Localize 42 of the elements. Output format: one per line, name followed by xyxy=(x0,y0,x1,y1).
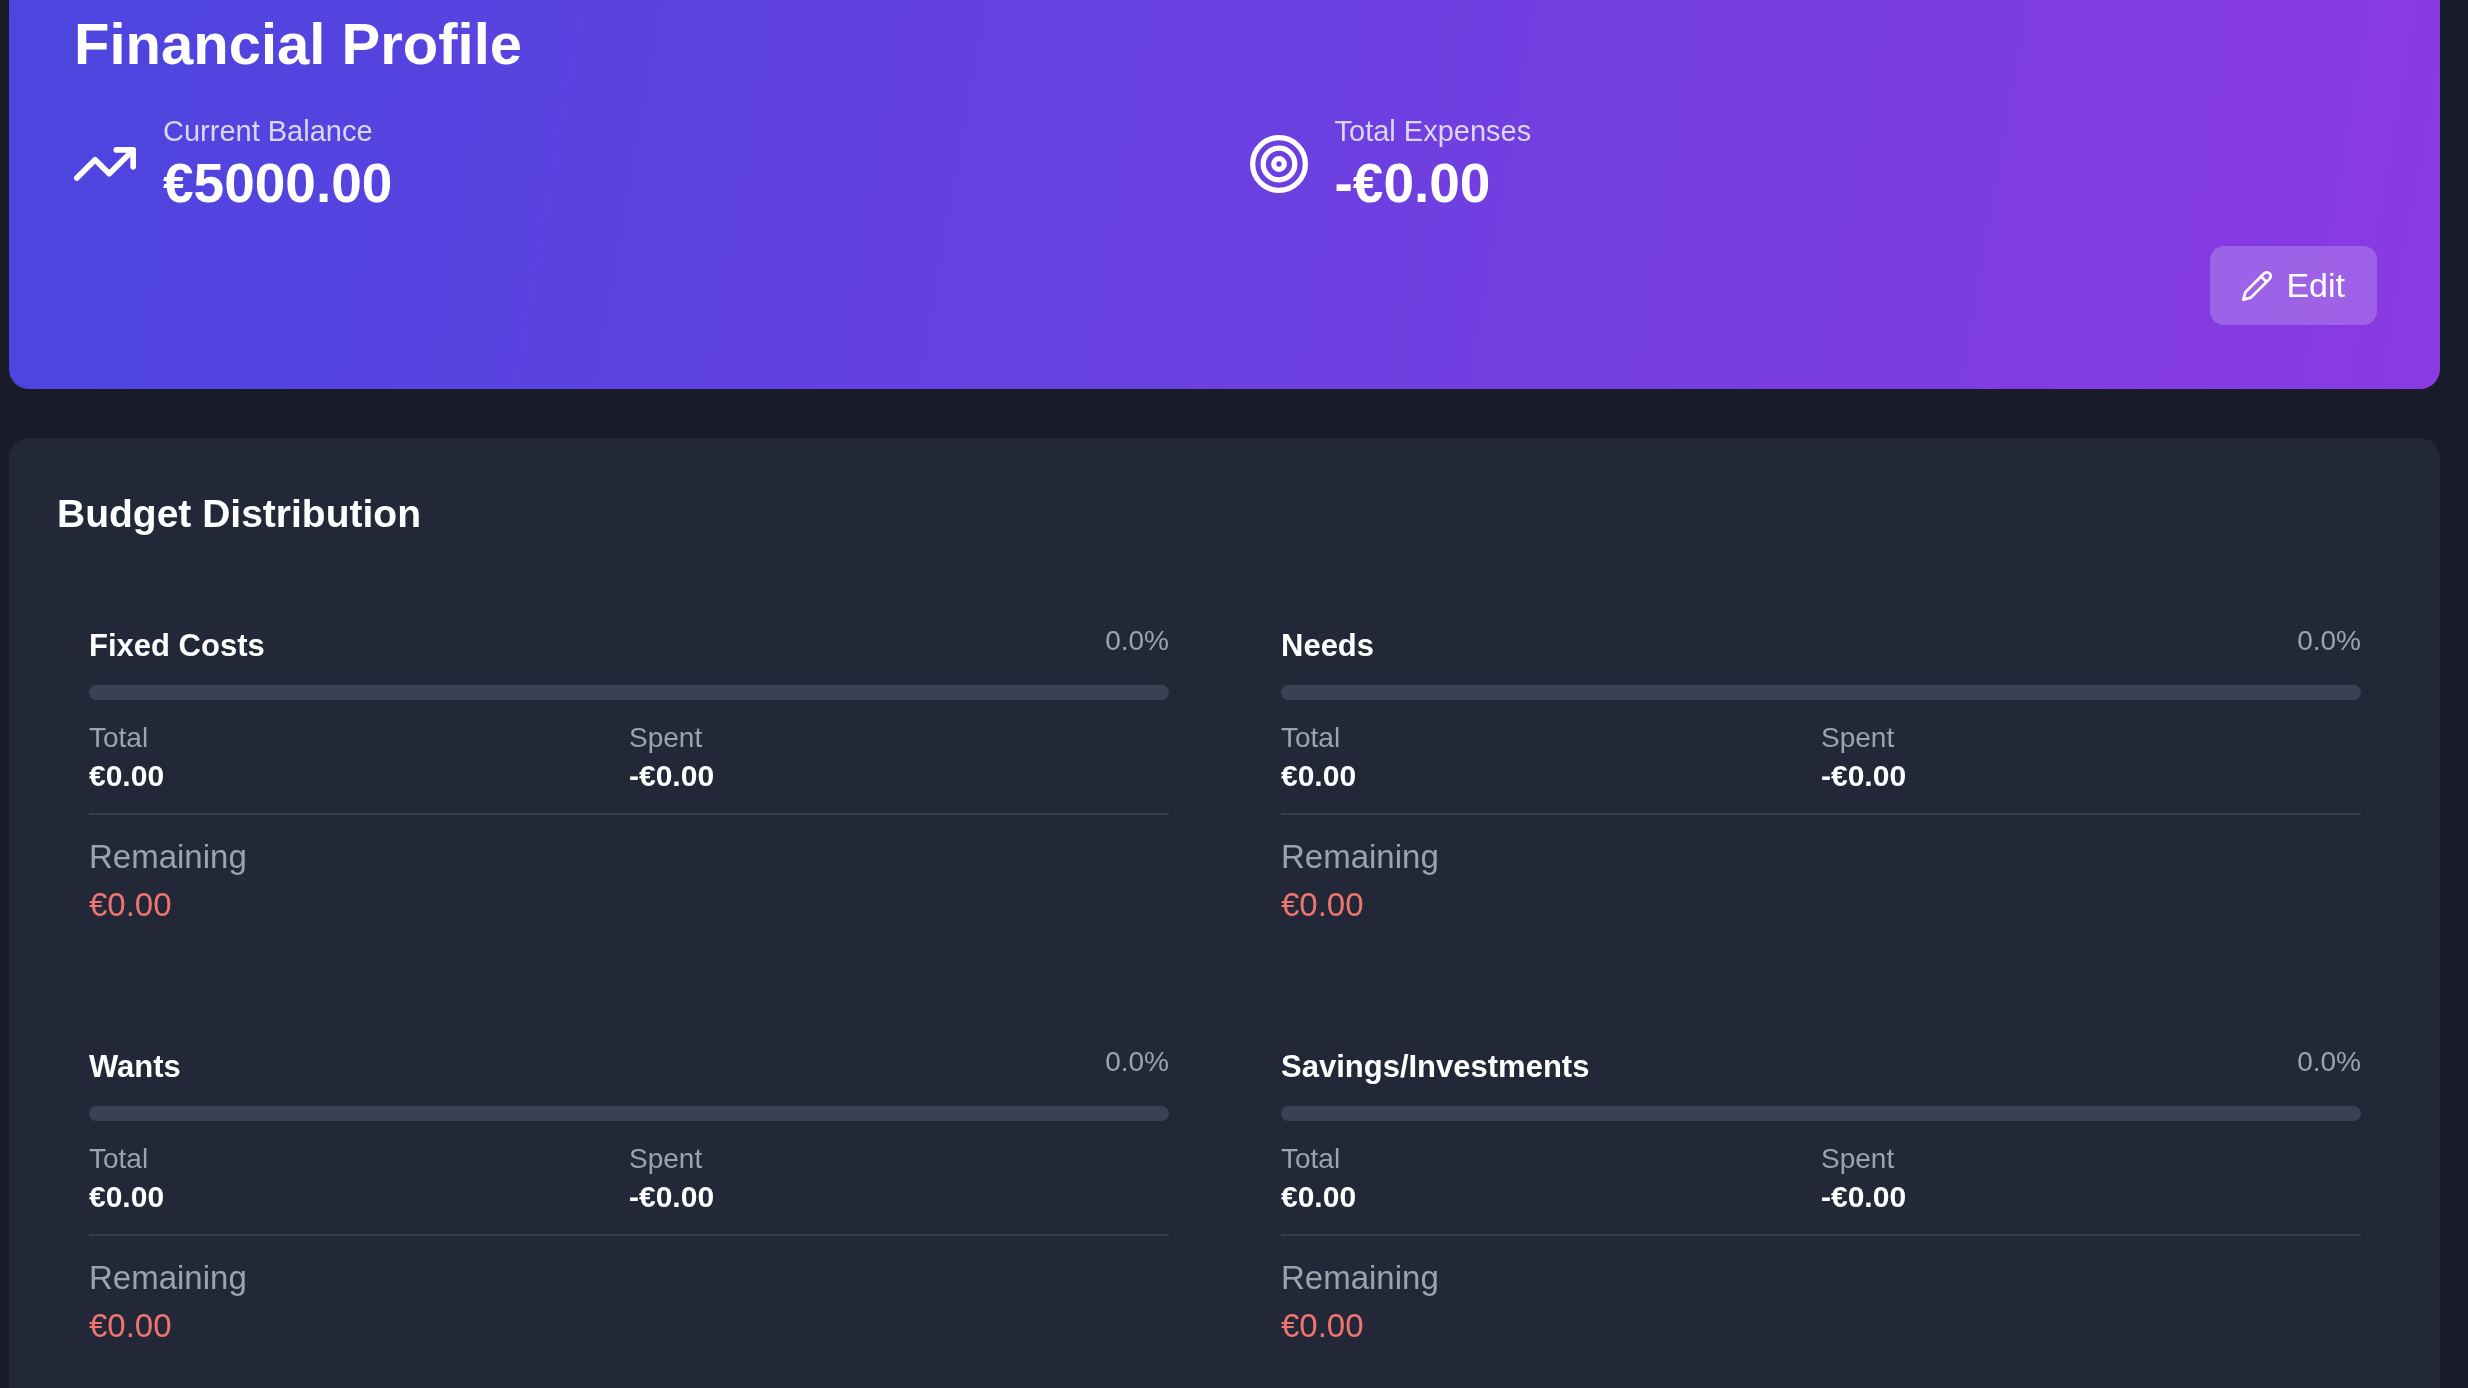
section-title: Budget Distribution xyxy=(57,491,421,537)
amount-label: Spent xyxy=(1821,721,1895,755)
remaining-label: Remaining xyxy=(89,1258,247,1298)
trend-up-icon xyxy=(74,146,136,181)
amount-label: Total xyxy=(1281,721,1341,755)
category-title: Wants xyxy=(89,1048,181,1086)
amount-label: Spent xyxy=(629,721,703,755)
percent-label: 0.0% xyxy=(2297,626,2361,656)
amount-value: -€0.00 xyxy=(1821,1179,1907,1215)
category-title: Fixed Costs xyxy=(89,627,265,665)
stat-label: Current Balance xyxy=(163,114,373,149)
amount-value: €0.00 xyxy=(1281,1179,1357,1215)
stat-value: -€0.00 xyxy=(1334,152,1491,214)
percent-label: 0.0% xyxy=(1105,626,1169,656)
pencil-icon xyxy=(2242,270,2273,301)
amount-label: Total xyxy=(1281,1142,1341,1176)
amount-value: -€0.00 xyxy=(629,758,715,794)
remaining-value: €0.00 xyxy=(89,1306,172,1346)
amount-value: €0.00 xyxy=(89,1179,165,1215)
amount-label: Total xyxy=(89,721,149,755)
remaining-label: Remaining xyxy=(1281,837,1439,877)
category-title: Savings/Investments xyxy=(1281,1048,1590,1086)
page-title: Financial Profile xyxy=(74,10,522,78)
amount-value: €0.00 xyxy=(1281,758,1357,794)
remaining-value: €0.00 xyxy=(89,885,172,925)
percent-label: 0.0% xyxy=(1105,1047,1169,1077)
stat-label: Total Expenses xyxy=(1334,114,1532,149)
stat-value: €5000.00 xyxy=(163,152,393,214)
percent-label: 0.0% xyxy=(2297,1047,2361,1077)
category-title: Needs xyxy=(1281,627,1375,665)
amount-value: €0.00 xyxy=(89,758,165,794)
remaining-value: €0.00 xyxy=(1281,885,1364,925)
target-icon xyxy=(1249,134,1308,193)
amount-label: Spent xyxy=(1821,1142,1895,1176)
amount-label: Spent xyxy=(629,1142,703,1176)
remaining-label: Remaining xyxy=(89,837,247,877)
amount-value: -€0.00 xyxy=(1821,758,1907,794)
amount-value: -€0.00 xyxy=(629,1179,715,1215)
edit-button[interactable]: Edit xyxy=(2210,246,2377,325)
amount-label: Total xyxy=(89,1142,149,1176)
remaining-value: €0.00 xyxy=(1281,1306,1364,1346)
remaining-label: Remaining xyxy=(1281,1258,1439,1298)
